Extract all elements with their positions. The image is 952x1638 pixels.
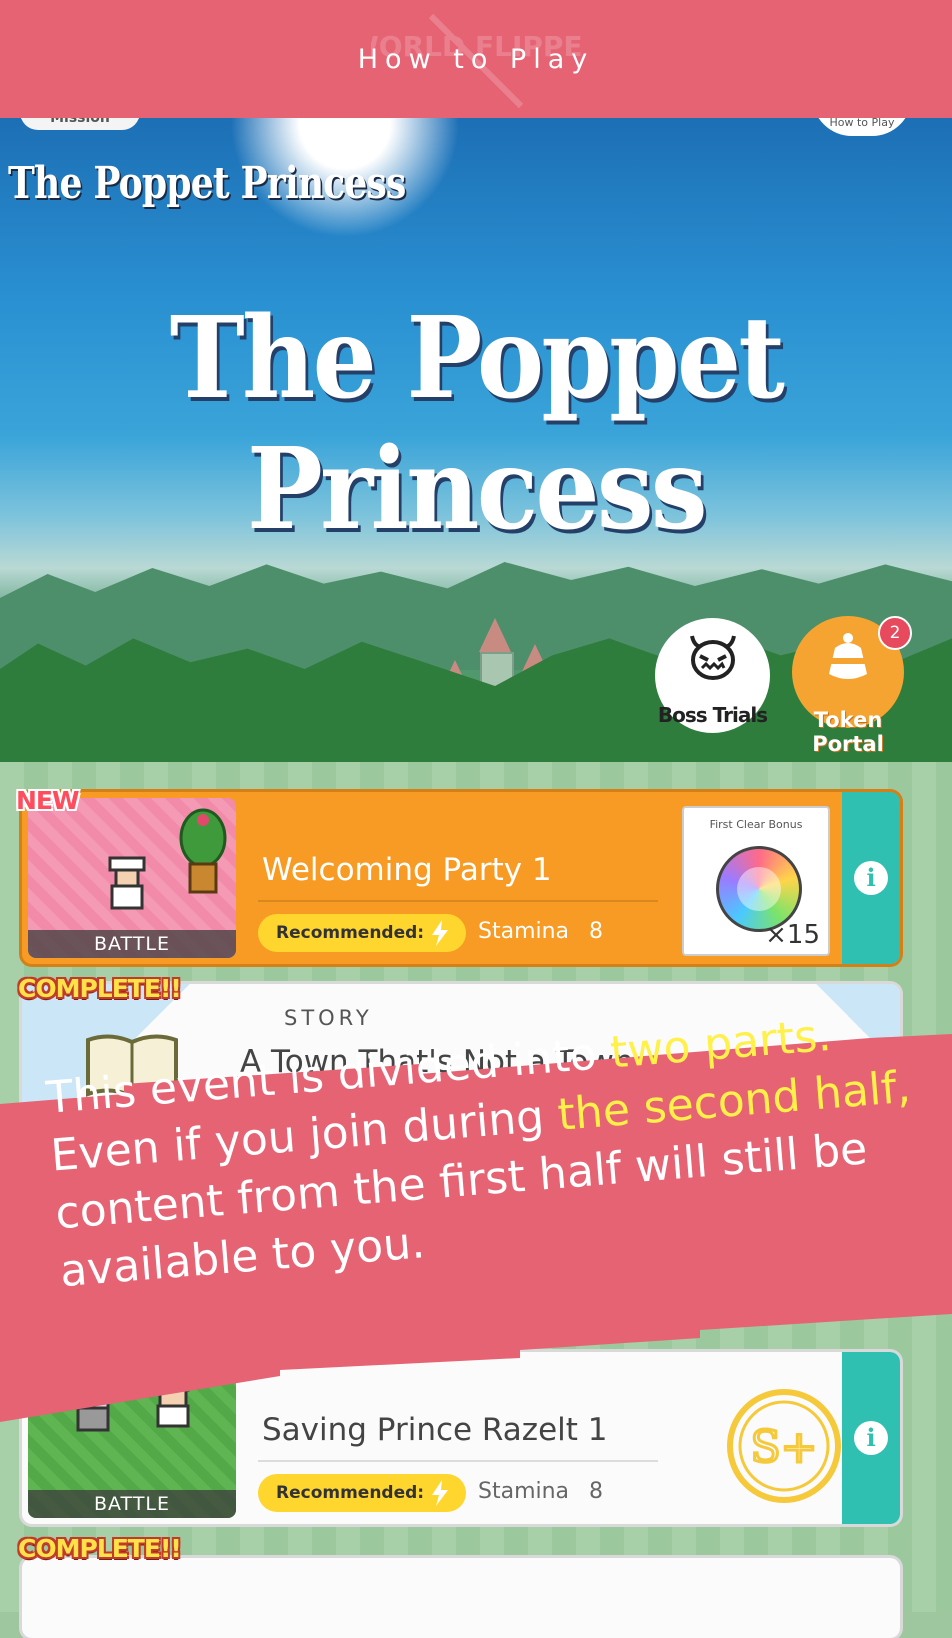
token-bag-icon xyxy=(829,633,867,679)
complete-ribbon: COMPLETE!! xyxy=(18,1534,182,1563)
stamina-value: 8 xyxy=(589,919,604,944)
page-title: How to Play xyxy=(357,43,595,75)
top-header: WORLD FLIPPER How to Play xyxy=(0,0,952,118)
quest-card-partial[interactable] xyxy=(22,1558,900,1638)
quest-type-label: BATTLE xyxy=(28,1490,236,1518)
bonus-label: First Clear Bonus xyxy=(709,818,803,831)
quest-type-label: BATTLE xyxy=(28,930,236,958)
stamina-value: 8 xyxy=(589,1479,604,1504)
boss-trials-button[interactable]: Boss Trials xyxy=(655,618,770,733)
lightning-icon xyxy=(432,1480,448,1506)
first-clear-bonus: First Clear Bonus ×15 xyxy=(682,806,830,956)
quest-title: Welcoming Party 1 xyxy=(262,852,552,888)
recommended-pill: Recommended: xyxy=(258,914,466,952)
info-icon: i xyxy=(854,861,888,895)
quest-card-welcoming-party[interactable]: BATTLE Welcoming Party 1 Recommended: St… xyxy=(22,792,900,964)
stamina-info: Stamina 8 xyxy=(478,919,603,944)
boss-trials-label: Boss Trials xyxy=(657,703,768,727)
recommended-label: Recommended: xyxy=(276,1483,425,1503)
how-to-play-button[interactable]: How to Play xyxy=(812,118,912,136)
divider xyxy=(258,1460,658,1462)
event-scene: Mission How to Play The Poppet Princess … xyxy=(0,118,952,780)
boss-demon-icon xyxy=(689,635,736,680)
new-ribbon: NEW xyxy=(16,786,80,815)
plant-sprite xyxy=(179,808,227,894)
event-logo: The Poppet Princess xyxy=(169,293,785,555)
bonus-quantity: ×15 xyxy=(765,920,820,950)
stamina-label: Stamina xyxy=(478,1479,570,1504)
lightning-icon xyxy=(432,920,448,946)
token-portal-label: Token Portal xyxy=(812,708,884,756)
event-logo-small: The Poppet Princess xyxy=(8,158,406,209)
stamina-label: Stamina xyxy=(478,919,570,944)
notification-badge: 2 xyxy=(878,616,912,650)
recommended-pill: Recommended: xyxy=(258,1474,466,1512)
character-sprite xyxy=(108,856,146,910)
recommended-label: Recommended: xyxy=(276,923,425,943)
quest-info-button[interactable]: i xyxy=(842,792,900,964)
stamina-info: Stamina 8 xyxy=(478,1479,603,1504)
divider xyxy=(258,900,658,902)
complete-ribbon: COMPLETE!! xyxy=(18,974,182,1003)
quest-thumbnail: BATTLE xyxy=(28,798,236,958)
mission-button[interactable]: Mission xyxy=(20,118,140,130)
